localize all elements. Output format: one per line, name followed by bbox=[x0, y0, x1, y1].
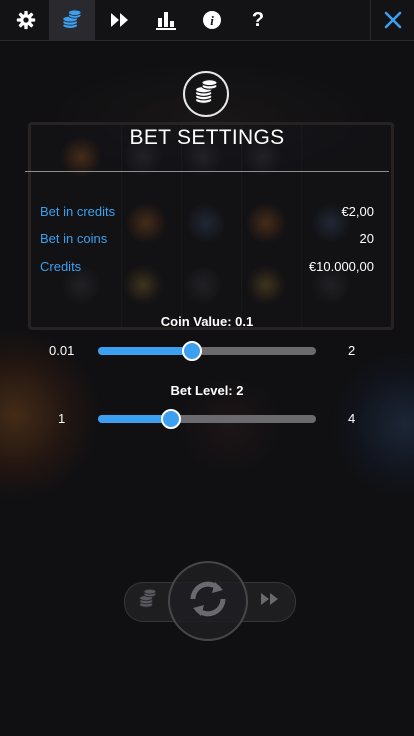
coin-value-max: 2 bbox=[348, 343, 356, 358]
coin-stack-icon bbox=[137, 588, 159, 615]
info-row-credits: Credits €10.000,00 bbox=[40, 259, 374, 279]
question-icon: ? bbox=[252, 9, 264, 32]
coin-stack-icon bbox=[192, 78, 220, 111]
close-button[interactable] bbox=[370, 0, 414, 40]
fast-forward-icon bbox=[110, 12, 130, 28]
top-nav-bar: i ? bbox=[0, 0, 414, 41]
nav-autoplay-button[interactable] bbox=[97, 0, 143, 40]
info-glyph: i bbox=[210, 12, 214, 28]
bet-level-title: Bet Level: 2 bbox=[170, 383, 244, 398]
slider-thumb[interactable] bbox=[181, 341, 202, 361]
info-row-bet-credits: Bet in credits €2,00 bbox=[40, 204, 374, 224]
info-icon: i bbox=[203, 11, 221, 29]
gear-icon bbox=[16, 10, 36, 30]
coin-value-title: Coin Value: 0.1 bbox=[160, 314, 254, 329]
nav-history-button[interactable] bbox=[143, 0, 189, 40]
info-value: 20 bbox=[359, 231, 374, 246]
bet-level-slider[interactable] bbox=[98, 409, 316, 429]
panel-title: BET SETTINGS bbox=[129, 126, 285, 149]
nav-help-button[interactable]: ? bbox=[235, 0, 281, 40]
slider-fill bbox=[98, 347, 192, 355]
close-icon bbox=[384, 11, 402, 29]
bet-level-max: 4 bbox=[348, 411, 356, 426]
coin-stack-icon bbox=[61, 9, 83, 31]
divider bbox=[25, 171, 389, 172]
refresh-icon bbox=[185, 576, 231, 627]
info-label: Bet in credits bbox=[40, 204, 116, 219]
bet-button[interactable] bbox=[135, 588, 161, 614]
bet-settings-badge bbox=[183, 71, 229, 117]
info-label: Bet in coins bbox=[40, 231, 108, 246]
nav-info-button[interactable]: i bbox=[189, 0, 235, 40]
coin-value-slider[interactable] bbox=[98, 341, 316, 361]
nav-bet-settings-button[interactable] bbox=[49, 0, 95, 40]
spin-button[interactable] bbox=[168, 561, 248, 641]
turbo-button[interactable] bbox=[257, 588, 283, 614]
info-row-bet-coins: Bet in coins 20 bbox=[40, 231, 374, 251]
nav-settings-button[interactable] bbox=[3, 0, 49, 40]
help-glyph: ? bbox=[251, 8, 265, 31]
coin-value-min: 0.01 bbox=[49, 343, 75, 358]
slider-thumb[interactable] bbox=[161, 409, 182, 429]
fast-forward-icon bbox=[260, 592, 280, 611]
bar-chart-icon bbox=[155, 10, 177, 30]
info-label: Credits bbox=[40, 259, 82, 274]
info-value: €10.000,00 bbox=[308, 259, 374, 274]
info-value: €2,00 bbox=[341, 204, 374, 219]
bet-level-min: 1 bbox=[58, 411, 66, 426]
